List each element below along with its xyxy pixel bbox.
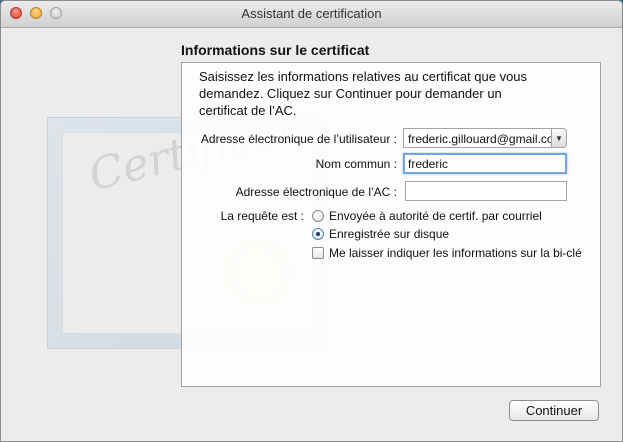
title-bar: Assistant de certification <box>1 1 622 28</box>
common-name-field[interactable]: frederic <box>403 153 567 174</box>
radio-saved-to-disk[interactable]: Enregistrée sur disque <box>312 227 449 241</box>
keypair-checkbox[interactable]: Me laisser indiquer les informations sur… <box>312 246 582 260</box>
user-email-combobox[interactable]: frederic.gillouard@gmail.com ▼ <box>403 128 567 148</box>
intro-text: Saisissez les informations relatives au … <box>199 69 528 118</box>
page-heading: Informations sur le certificat <box>181 42 370 58</box>
common-name-label: Nom commun : <box>315 157 397 171</box>
window-title: Assistant de certification <box>241 6 382 21</box>
user-email-field[interactable]: frederic.gillouard@gmail.com <box>403 128 553 148</box>
checkbox-icon[interactable] <box>312 247 324 259</box>
radio-emailed[interactable]: Envoyée à autorité de certif. par courri… <box>312 209 542 223</box>
chevron-down-icon[interactable]: ▼ <box>551 128 567 148</box>
certificate-assistant-window: Assistant de certification Certificate I… <box>0 0 623 442</box>
radio-button-selected-icon[interactable] <box>312 228 324 240</box>
ca-email-label: Adresse électronique de l’AC : <box>235 185 397 199</box>
continue-button[interactable]: Continuer <box>509 400 599 421</box>
user-email-label: Adresse électronique de l’utilisateur : <box>200 132 397 146</box>
ca-email-field[interactable] <box>405 181 567 201</box>
radio-button-icon[interactable] <box>312 210 324 222</box>
request-label: La requête est : <box>220 209 304 223</box>
